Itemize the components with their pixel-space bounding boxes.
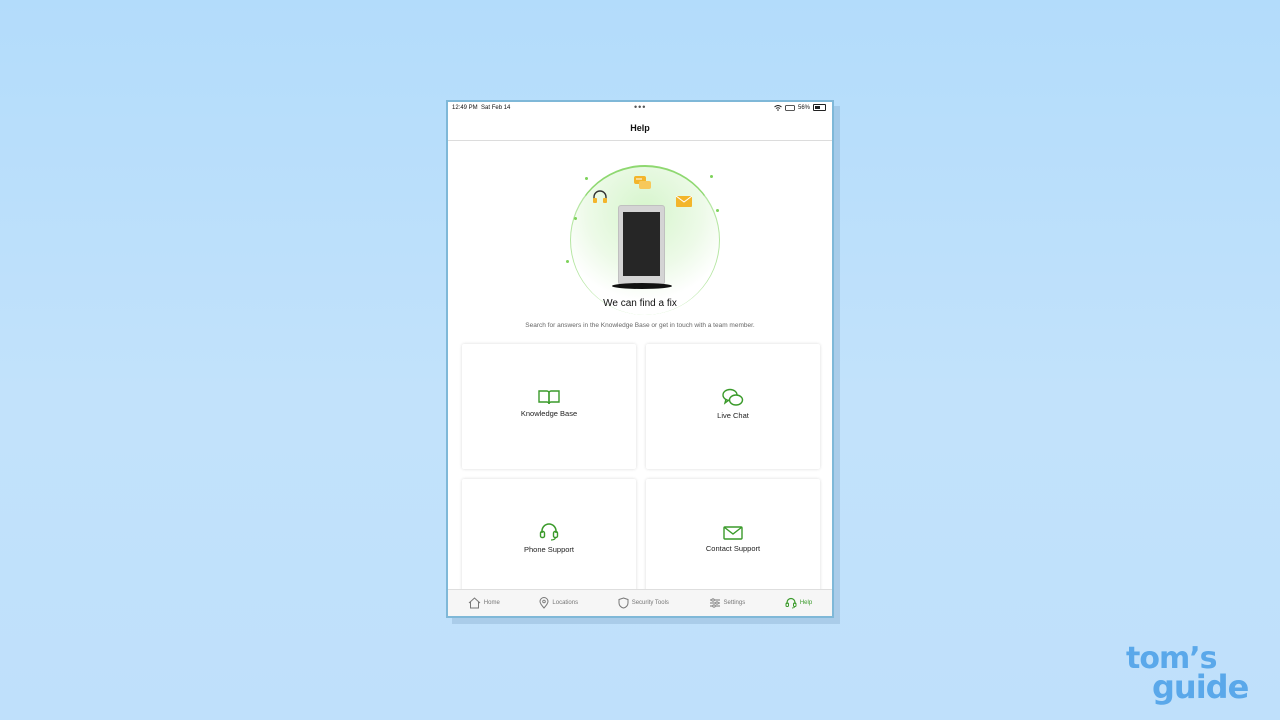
hero-subtitle: Search for answers in the Knowledge Base…	[525, 322, 755, 329]
phone-illustration	[618, 205, 665, 285]
tab-security-tools[interactable]: Security Tools	[618, 597, 669, 609]
logo-line-2: guide	[1152, 668, 1249, 706]
tab-settings-label: Settings	[723, 600, 746, 606]
status-date: Sat Feb 14	[481, 105, 511, 111]
tab-home-label: Home	[483, 600, 500, 606]
hero-headline: We can find a fix	[603, 298, 677, 309]
device-shadow	[612, 283, 672, 289]
envelope-icon	[723, 526, 743, 540]
contact-support-label: Contact Support	[705, 544, 761, 553]
vpn-icon	[785, 104, 795, 111]
book-icon	[538, 390, 560, 405]
live-chat-label: Live Chat	[717, 411, 749, 420]
wifi-icon	[774, 104, 782, 111]
chat-icon	[722, 388, 744, 406]
tab-help[interactable]: Help	[785, 597, 812, 609]
headset-icon	[539, 523, 559, 541]
sparkle-icon	[710, 175, 713, 178]
sparkle-icon	[585, 177, 588, 180]
battery-percent: 56%	[797, 104, 810, 111]
headset-icon	[785, 597, 797, 609]
sparkle-icon	[574, 217, 577, 220]
location-pin-icon	[539, 597, 549, 609]
contact-support-card[interactable]: Contact Support	[646, 479, 820, 604]
live-chat-card[interactable]: Live Chat	[646, 344, 820, 469]
status-bar: 12:49 PM Sat Feb 14 ••• 56%	[448, 102, 832, 116]
sparkle-icon	[566, 260, 569, 263]
headphones-icon	[593, 190, 607, 203]
sparkle-icon	[716, 209, 719, 212]
status-time-date: 12:49 PM Sat Feb 14	[452, 105, 510, 111]
sliders-icon	[709, 598, 720, 608]
knowledge-base-card[interactable]: Knowledge Base	[462, 344, 636, 469]
tab-bar: Home Locations Security Tools Settings H…	[448, 589, 832, 616]
chat-bubbles-icon	[634, 176, 651, 189]
battery-icon	[813, 104, 826, 111]
toms-guide-logo: tom’s guide	[1126, 644, 1249, 706]
tab-settings[interactable]: Settings	[709, 598, 746, 608]
tab-locations-label: Locations	[552, 600, 579, 606]
hero-illustration	[448, 157, 832, 315]
tab-home[interactable]: Home	[468, 597, 500, 609]
shield-icon	[618, 597, 629, 609]
page-title: Help	[630, 123, 650, 133]
phone-support-label: Phone Support	[523, 545, 575, 554]
tab-security-tools-label: Security Tools	[631, 600, 669, 606]
status-indicators: 56%	[774, 104, 826, 111]
status-time: 12:49 PM	[452, 105, 478, 111]
navigation-bar: Help	[448, 116, 832, 141]
knowledge-base-label: Knowledge Base	[520, 409, 578, 418]
home-icon	[468, 597, 481, 609]
envelope-icon	[676, 196, 692, 207]
tab-help-label: Help	[799, 600, 813, 606]
phone-support-card[interactable]: Phone Support	[462, 479, 636, 604]
multitasking-dots-icon[interactable]: •••	[634, 102, 646, 112]
tab-locations[interactable]: Locations	[539, 597, 578, 609]
ipad-screen: 12:49 PM Sat Feb 14 ••• 56% Help We can …	[446, 100, 834, 618]
